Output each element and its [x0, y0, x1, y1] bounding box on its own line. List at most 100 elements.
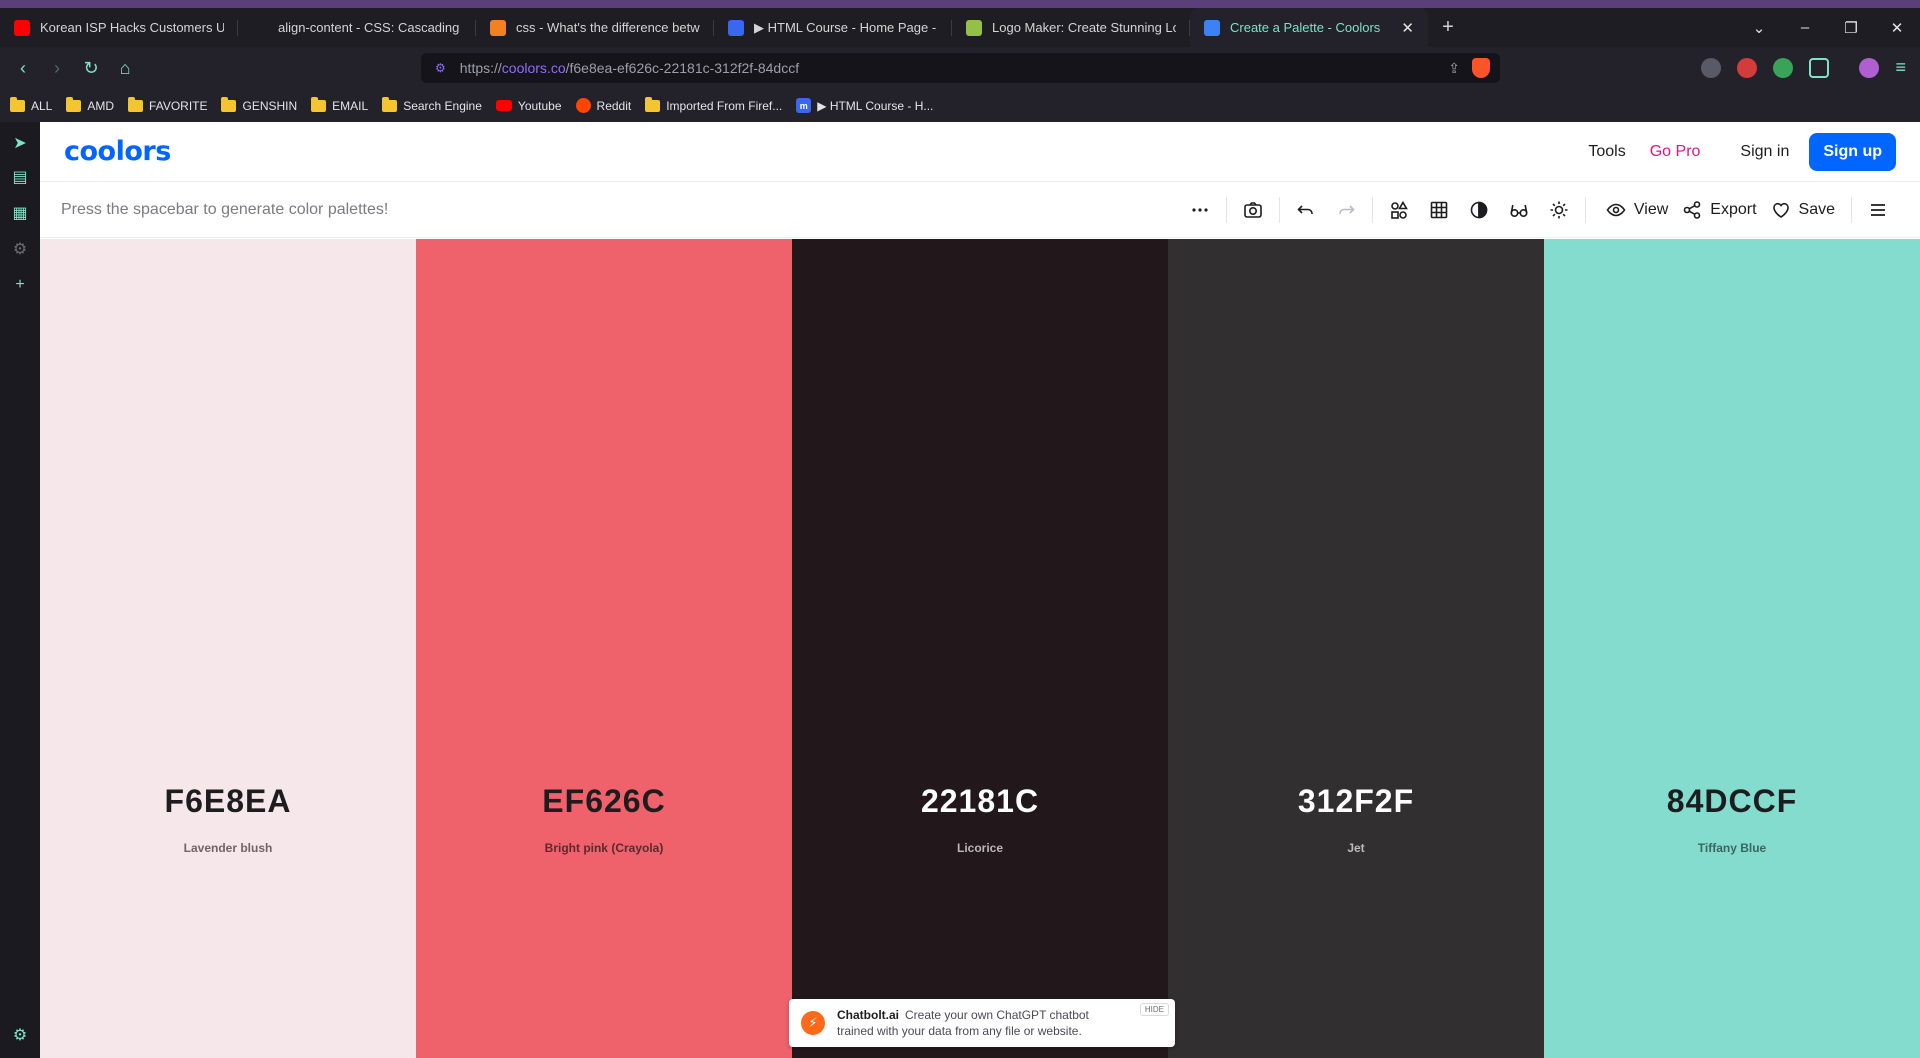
contrast-icon[interactable]	[1459, 190, 1499, 230]
color-swatch[interactable]: F6E8EA Lavender blush	[40, 239, 416, 1058]
window-accent-bar	[0, 0, 1920, 8]
toolbar-divider	[1584, 196, 1586, 223]
more-options-icon[interactable]	[1180, 190, 1220, 230]
folder-icon	[128, 96, 144, 112]
undo-icon[interactable]	[1286, 190, 1326, 230]
share-icon[interactable]: ⇪	[1448, 60, 1460, 77]
bookmark-item[interactable]: Reddit	[575, 98, 632, 113]
tab[interactable]: Logo Maker: Create Stunning Logos	[952, 8, 1190, 47]
telegram-icon[interactable]: ➤	[11, 134, 29, 152]
extension-icon[interactable]	[1773, 57, 1794, 78]
url-field[interactable]: ⚙ https://coolors.co/f6e8ea-ef626c-22181…	[421, 53, 1500, 83]
bookmark-item[interactable]: Youtube	[495, 99, 562, 113]
forward-icon[interactable]: ›	[40, 51, 74, 85]
add-panel-icon[interactable]: +	[11, 276, 29, 294]
color-blindness-glasses-icon[interactable]	[1499, 190, 1539, 230]
swatch-color-name[interactable]: Lavender blush	[40, 841, 416, 855]
color-swatch[interactable]: 312F2F Jet	[1168, 239, 1544, 1058]
chatbolt-ad[interactable]: ⚡ Chatbolt.ai Create your own ChatGPT cha…	[789, 999, 1175, 1047]
tab-title: Korean ISP Hacks Customers Using	[40, 20, 224, 35]
reading-list-icon[interactable]: ▦	[11, 204, 29, 222]
tab-favicon-icon	[252, 19, 268, 36]
shapes-icon[interactable]	[1379, 190, 1419, 230]
swatch-color-name[interactable]: Tiffany Blue	[1544, 841, 1920, 855]
color-swatch[interactable]: 84DCCF Tiffany Blue	[1544, 239, 1920, 1058]
sidebar-settings-icon[interactable]: ⚙	[11, 1026, 29, 1044]
tab-active[interactable]: Create a Palette - Coolors ✕	[1190, 8, 1428, 47]
profile-avatar[interactable]	[1859, 57, 1880, 78]
folder-icon	[10, 96, 25, 112]
tab[interactable]: align-content - CSS: Cascading Style	[238, 8, 476, 47]
tools-link[interactable]: Tools	[1588, 143, 1625, 161]
close-window-icon[interactable]: ✕	[1874, 19, 1920, 37]
swatch-color-name[interactable]: Bright pink (Crayola)	[416, 841, 792, 855]
restore-icon[interactable]: ❐	[1828, 19, 1874, 37]
toolbar-divider	[1225, 196, 1227, 223]
new-tab-icon[interactable]: +	[1428, 8, 1468, 47]
close-tab-icon[interactable]: ✕	[1401, 19, 1414, 37]
export-button[interactable]: Export	[1682, 200, 1757, 220]
tab-title: Logo Maker: Create Stunning Logos	[992, 20, 1176, 35]
bookmark-label: AMD	[87, 98, 115, 113]
view-button[interactable]: View	[1606, 200, 1668, 220]
swatch-hex-code[interactable]: 22181C	[792, 783, 1168, 820]
settings-icon[interactable]: ⚙	[11, 240, 29, 258]
swatch-color-name[interactable]: Jet	[1168, 841, 1544, 855]
extension-icon[interactable]	[1737, 57, 1758, 78]
swatch-hex-code[interactable]: 84DCCF	[1544, 783, 1920, 820]
tab[interactable]: Korean ISP Hacks Customers Using	[0, 8, 238, 47]
bookmark-item[interactable]: ALL	[10, 96, 53, 113]
bookmark-item[interactable]: Imported From Firef...	[645, 96, 782, 113]
hamburger-menu-icon[interactable]	[1858, 190, 1898, 230]
tab-favicon-icon	[14, 19, 30, 36]
grid-icon[interactable]	[1419, 190, 1459, 230]
bookmark-label: ALL	[31, 98, 53, 113]
color-palette: F6E8EA Lavender blush EF626C Bright pink (C…	[40, 239, 1920, 1058]
save-button[interactable]: Save	[1771, 200, 1835, 220]
hide-ad-button[interactable]: HIDE	[1139, 1003, 1169, 1016]
tab-title: Create a Palette - Coolors	[1230, 20, 1381, 35]
minimize-icon[interactable]: –	[1782, 19, 1828, 36]
home-icon[interactable]: ⌂	[108, 51, 142, 85]
ad-line2: trained with your data from any file or …	[837, 1024, 1082, 1038]
bookmark-item[interactable]: Search Engine	[382, 96, 482, 113]
tab[interactable]: css - What's the difference between	[476, 8, 714, 47]
extensions-puzzle-icon[interactable]	[1809, 57, 1830, 78]
youtube-icon	[495, 100, 512, 111]
extension-icon[interactable]	[1701, 57, 1722, 78]
tab-search-chevron-icon[interactable]: ⌄	[1736, 19, 1782, 37]
bookmark-label: Reddit	[596, 98, 632, 113]
reload-icon[interactable]: ↻	[74, 51, 108, 85]
color-swatch[interactable]: 22181C Licorice	[792, 239, 1168, 1058]
camera-icon[interactable]	[1233, 190, 1273, 230]
bookmark-label: ▶ HTML Course - H...	[817, 98, 934, 113]
tab[interactable]: ▶ HTML Course - Home Page - Mon	[714, 8, 952, 47]
redo-icon[interactable]	[1326, 190, 1366, 230]
bookmark-item[interactable]: EMAIL	[311, 96, 368, 113]
bookmark-item[interactable]: GENSHIN	[221, 96, 297, 113]
bookmark-item[interactable]: FAVORITE	[128, 96, 207, 113]
swatch-hex-code[interactable]: EF626C	[416, 783, 792, 820]
swatch-color-name[interactable]: Licorice	[792, 841, 1168, 855]
swatch-hex-code[interactable]: F6E8EA	[40, 783, 416, 820]
brave-shields-icon[interactable]	[1472, 58, 1490, 78]
coolors-page: coolors Tools Go Pro Sign in Sign up Pre…	[40, 122, 1920, 1058]
site-settings-icon[interactable]: ⚙	[435, 61, 446, 75]
tab-favicon-icon	[966, 19, 982, 36]
url-path: /f6e8ea-ef626c-22181c-312f2f-84dccf	[565, 60, 800, 76]
bookmarks-icon[interactable]: ▤	[11, 168, 29, 186]
tab-favicon-icon	[490, 19, 506, 36]
toolbar-divider	[1851, 196, 1852, 223]
menu-icon[interactable]: ≡	[1895, 57, 1906, 78]
coolors-logo[interactable]: coolors	[64, 136, 171, 167]
go-pro-link[interactable]: Go Pro	[1650, 143, 1701, 161]
bookmark-item[interactable]: m ▶ HTML Course - H...	[796, 98, 933, 113]
color-swatch[interactable]: EF626C Bright pink (Crayola)	[416, 239, 792, 1058]
sign-in-link[interactable]: Sign in	[1740, 143, 1789, 161]
swatch-hex-code[interactable]: 312F2F	[1168, 783, 1544, 820]
bookmark-item[interactable]: AMD	[66, 96, 115, 113]
brightness-sun-icon[interactable]	[1539, 190, 1579, 230]
back-icon[interactable]: ‹	[6, 51, 40, 85]
sign-up-button[interactable]: Sign up	[1809, 132, 1896, 171]
window-controls: ⌄ – ❐ ✕	[1736, 8, 1920, 47]
